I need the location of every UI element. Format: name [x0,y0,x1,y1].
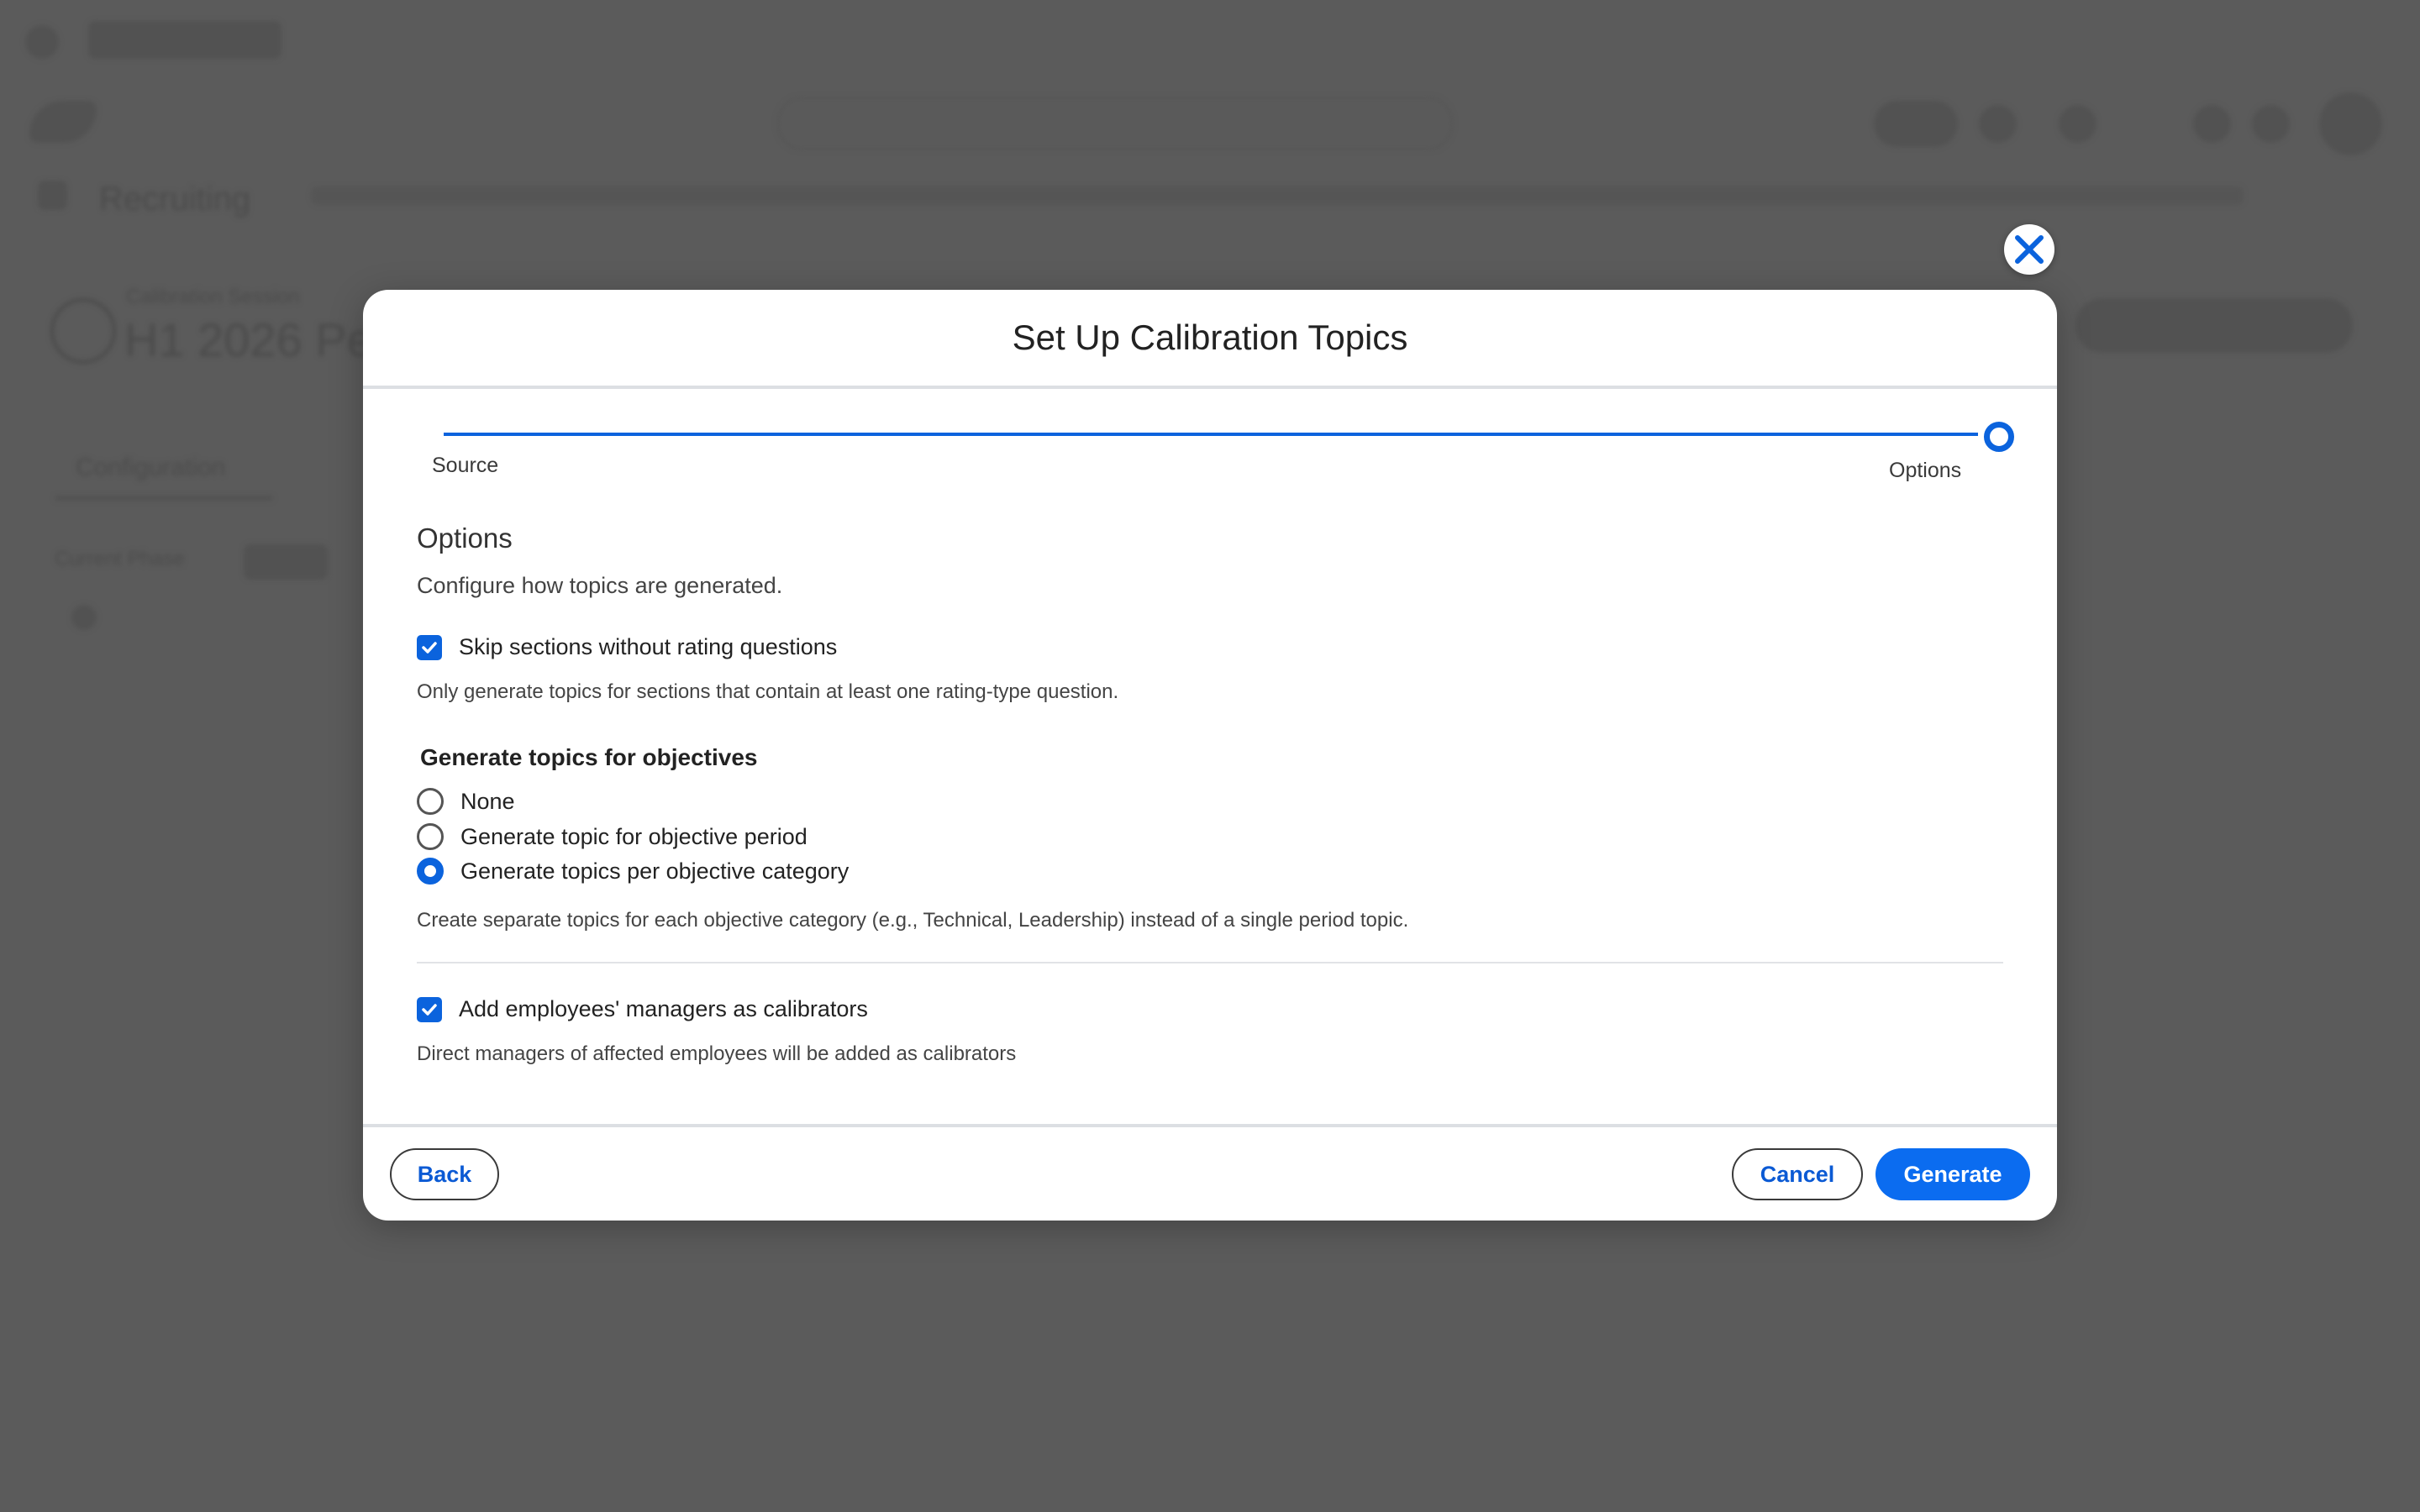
step-label-options: Options [1889,459,1962,482]
modal-title: Set Up Calibration Topics [1012,318,1408,357]
options-divider [417,962,2003,963]
objectives-group-title: Generate topics for objectives [420,744,758,770]
stepper-progress-line [444,433,1978,436]
radio-objective-category[interactable] [417,858,444,885]
radio-option-none[interactable]: None [417,788,515,815]
modal-header: Set Up Calibration Topics [363,290,2057,389]
app-logo [29,101,97,143]
step-label-source: Source [432,454,499,477]
header-pill [1874,101,1958,147]
objectives-help: Create separate topics for each objectiv… [417,909,1409,932]
skip-sections-label: Skip sections without rating questions [459,634,838,659]
app-title: Recruiting [99,181,251,218]
stepper-current-step-dot [1984,422,2014,452]
section-title: Options [417,522,513,554]
add-managers-label: Add employees' managers as calibrators [459,996,868,1021]
add-managers-help: Direct managers of affected employees wi… [417,1042,1017,1065]
breadcrumb: Calibration Session [126,286,300,308]
global-search-input [777,97,1453,150]
generate-button[interactable]: Generate [1876,1148,2030,1200]
apps-icon [2193,105,2231,143]
tab-configuration: Configuration [76,454,226,481]
calibration-topics-modal: Set Up Calibration Topics Source Options… [363,290,2057,1221]
filter-label: Current Phase [55,548,185,570]
checkmark-icon [422,1003,437,1016]
filter-chip [244,544,328,580]
help-icon [1979,105,2017,143]
page-icon [50,298,116,364]
skip-sections-checkbox[interactable] [417,634,442,660]
top-nav-bar [311,186,2244,205]
radio-option-objective-period[interactable]: Generate topic for objective period [417,823,808,850]
modal-footer: Back Cancel Generate [363,1124,2057,1221]
browser-tab [88,21,281,59]
add-managers-checkbox[interactable] [417,996,442,1022]
grid-menu-icon [38,181,67,210]
checkmark-icon [422,641,437,654]
timeline-dot [71,605,97,630]
cancel-button[interactable]: Cancel [1732,1148,1863,1200]
tab-underline [55,496,273,501]
skip-sections-option[interactable]: Skip sections without rating questions [417,634,837,660]
back-arrow-icon [25,25,59,59]
settings-icon [2252,105,2290,143]
radio-label-objective-period: Generate topic for objective period [460,823,808,849]
section-description: Configure how topics are generated. [417,573,783,598]
radio-label-objective-category: Generate topics per objective category [460,858,850,884]
skip-sections-help: Only generate topics for sections that c… [417,680,1119,703]
page-heading: H1 2026 Pe [124,313,373,366]
radio-none[interactable] [417,788,444,815]
radio-label-none: None [460,788,515,814]
radio-option-objective-category[interactable]: Generate topics per objective category [417,858,849,885]
add-managers-option[interactable]: Add employees' managers as calibrators [417,996,868,1022]
close-button[interactable] [2004,224,2054,275]
radio-objective-period[interactable] [417,823,444,850]
back-button[interactable]: Back [390,1148,499,1200]
header-action-button [2075,298,2353,353]
close-icon [2015,235,2044,264]
user-avatar [2319,92,2382,155]
notification-icon [2059,105,2096,143]
